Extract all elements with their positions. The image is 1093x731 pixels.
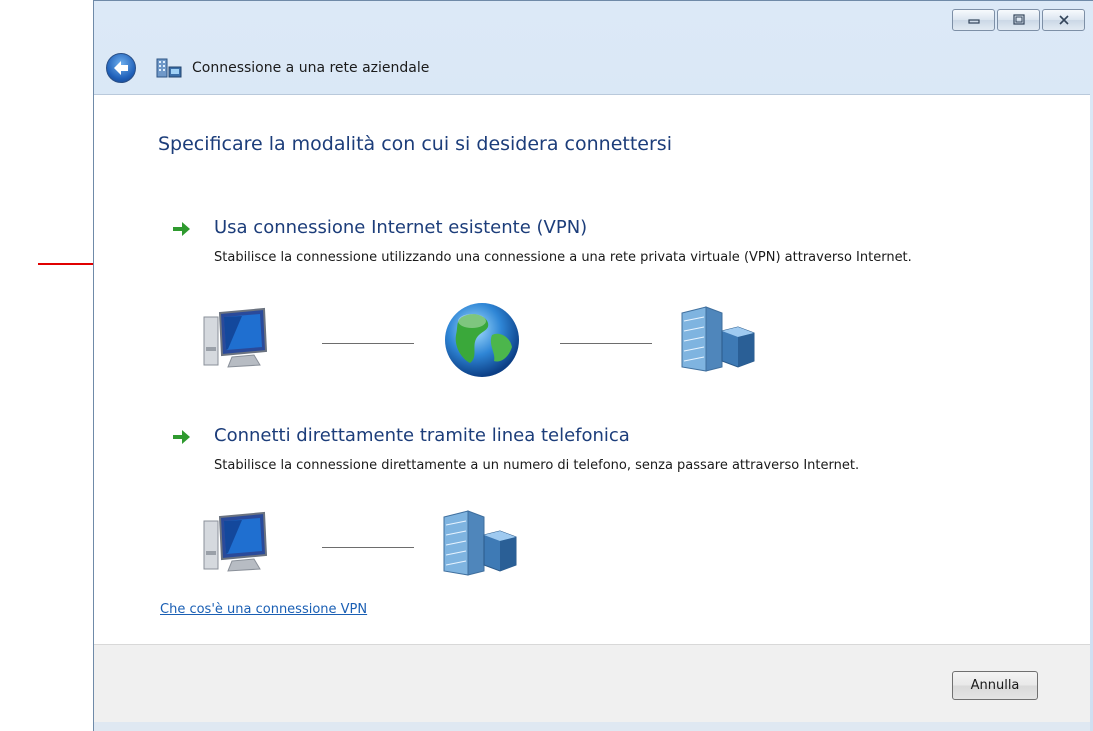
connector-line [560,343,652,344]
computer-icon [203,307,268,368]
green-arrow-icon [173,430,190,444]
option-vpn[interactable]: Usa connessione Internet esistente (VPN)… [172,217,1032,407]
globe-icon [445,303,519,377]
office-building-icon [681,306,755,372]
window-bottom-edge [94,722,1090,731]
maximize-icon [1012,14,1025,25]
green-arrow-icon [173,222,190,236]
connector-line [322,547,414,548]
option-vpn-title: Usa connessione Internet esistente (VPN) [214,217,588,238]
vpn-diagram [202,301,762,381]
wizard-footer: Annulla [94,644,1090,731]
computer-icon [203,511,268,572]
connector-line [322,343,414,344]
option-dialup-title: Connetti direttamente tramite linea tele… [214,425,630,446]
window-title: Connessione a una rete aziendale [192,60,430,76]
page-heading: Specificare la modalità con cui si desid… [158,133,672,155]
office-building-icon [443,510,517,576]
option-dialup[interactable]: Connetti direttamente tramite linea tele… [172,425,1032,576]
title-bar: Connessione a una rete aziendale [94,1,1093,94]
option-vpn-description: Stabilisce la connessione utilizzando un… [214,250,912,265]
close-button[interactable] [1042,9,1085,31]
network-connection-icon [156,58,182,78]
maximize-button[interactable] [997,9,1040,31]
vpn-help-link[interactable]: Che cos'è una connessione VPN [160,602,367,617]
back-button[interactable] [106,53,136,83]
option-dialup-description: Stabilisce la connessione direttamente a… [214,458,860,473]
minimize-icon [967,19,980,24]
wizard-content: Specificare la modalità con cui si desid… [94,94,1090,644]
close-icon [1058,15,1069,25]
dialup-diagram [202,509,542,581]
minimize-button[interactable] [952,9,995,31]
wizard-window: Connessione a una rete aziendale Specifi… [93,0,1093,731]
cancel-button[interactable]: Annulla [952,671,1038,700]
back-arrow-icon [114,61,128,75]
caption-buttons [950,9,1085,31]
screenshot-stage: Connessione a una rete aziendale Specifi… [0,0,1093,731]
